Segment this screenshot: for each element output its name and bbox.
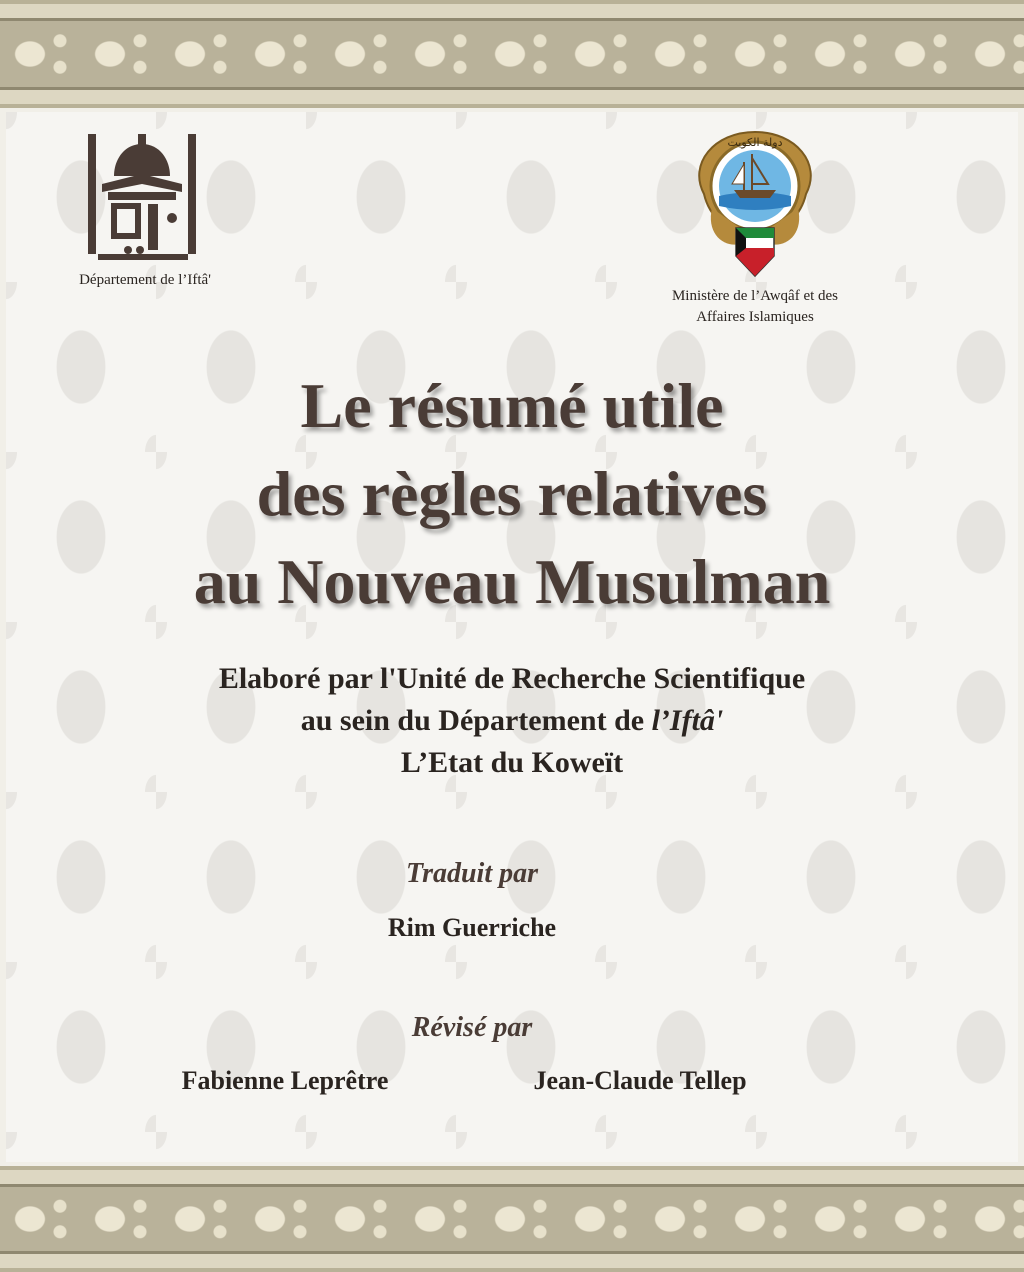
reviser-name-1: Fabienne Leprêtre (181, 1066, 389, 1095)
title-line2: des règles relatives (256, 458, 768, 529)
translated-by-label: Traduit par (406, 858, 538, 889)
ifta-logo-icon (88, 134, 196, 260)
title-line3: au Nouveau Musulman (193, 546, 831, 617)
ministry-caption-line2: Affaires Islamiques (696, 309, 814, 325)
subtitle-line3: L’Etat du Koweït (400, 746, 624, 779)
top-decorative-border (0, 0, 1024, 108)
kuwait-emblem-icon: دولة الكويت (698, 130, 812, 278)
translator-name: Rim Guerriche (387, 913, 557, 942)
reviser-name-2: Jean-Claude Tellep (533, 1066, 747, 1095)
title-line1: Le résumé utile (300, 370, 724, 441)
book-title: Le résumé utile des règles relatives au … (60, 362, 964, 626)
authorship-statement: Elaboré par l'Unité de Recherche Scienti… (60, 658, 964, 784)
subtitle-line1: Elaboré par l'Unité de Recherche Scienti… (218, 662, 806, 695)
ministry-caption-line1: Ministère de l’Awqâf et des (671, 288, 839, 304)
subtitle-line2-italic: l’Iftâ' (651, 704, 724, 737)
bottom-decorative-border (0, 1166, 1024, 1272)
emblem-arabic-text: دولة الكويت (728, 136, 783, 149)
damask-background (6, 112, 1018, 1162)
ifta-department-caption: Département de l’Iftâ' (79, 272, 211, 288)
subtitle-line2: au sein du Département de l’Iftâ' (60, 700, 964, 742)
ministry-caption: Ministère de l’Awqâf et des Affaires Isl… (630, 286, 880, 328)
subtitle-line2-prefix: au sein du Département de (300, 704, 652, 737)
revised-by-label: Révisé par (411, 1012, 533, 1043)
